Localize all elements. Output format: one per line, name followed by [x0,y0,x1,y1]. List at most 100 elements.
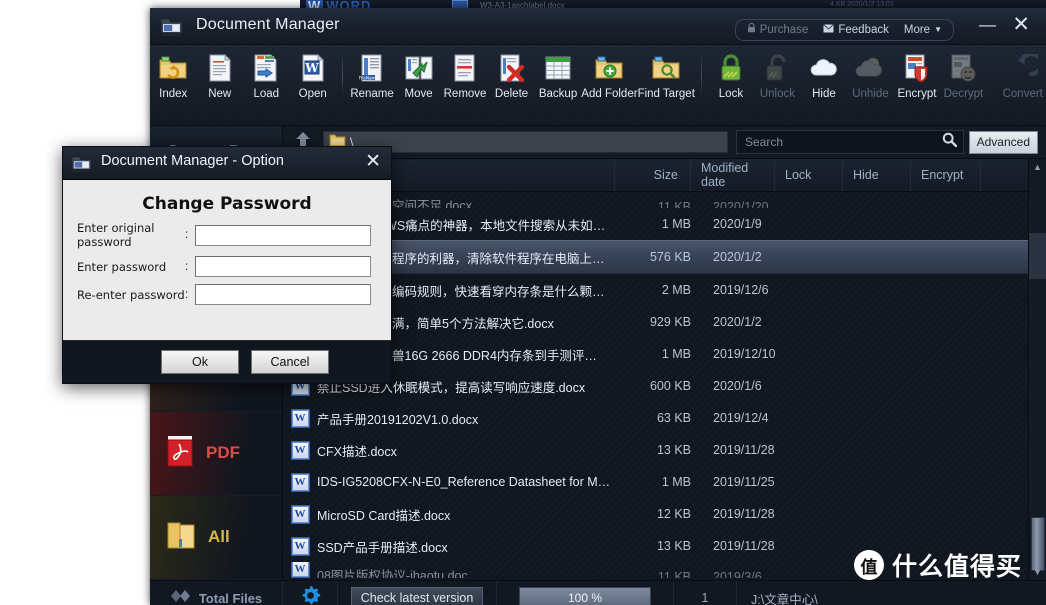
dialog-titlebar: Document Manager - Option ✕ [63,147,391,180]
dialog-close-button[interactable]: ✕ [365,150,381,173]
svg-text:FileName: FileName [359,75,379,80]
table-row[interactable]: W SSD产品手册描述.docx 13 KB 2019/11/28 [283,530,1046,562]
search-icon[interactable] [942,132,957,152]
column-header-hide[interactable]: Hide [843,159,911,191]
change-password-dialog: Document Manager - Option ✕ Change Passw… [62,146,392,384]
file-size: 1 MB [661,217,691,231]
toolbar-button-lock[interactable]: Lock [708,51,755,100]
total-files-section[interactable]: Total Files [150,581,283,605]
table-row[interactable]: W 08图片版权协议-ihaotu.doc 11 KB 2019/3/6 [283,562,1046,578]
toolbar-button-add-folder[interactable]: Add Folder [581,51,638,100]
file-modified-date: 2020/1/2 [713,250,762,264]
scroll-down-arrow-icon[interactable]: ▼ [1029,564,1046,580]
vertical-scrollbar[interactable]: ▲ ▼ [1028,159,1046,580]
table-row[interactable]: W 禁止SSD进入休眠模式，提高读写响应速度.docx 600 KB 2020/1/6 [283,370,1046,402]
file-modified-date: 2020/1/2 [713,315,762,329]
folder-search-icon [651,51,681,85]
window-titlebar: Document Manager Purchase Feedback More … [150,8,1046,45]
check-latest-version-button[interactable]: Check latest version [350,587,484,605]
scroll-up-arrow-icon[interactable]: ▲ [1029,159,1046,175]
toolbar-button-open[interactable]: W Open [290,51,337,100]
scrollbar-track-highlight [1029,233,1046,279]
column-header-size[interactable]: Size [615,159,691,191]
toolbar-button-remove[interactable]: Remove [442,51,489,100]
search-input[interactable] [743,134,942,150]
toolbar-button-backup[interactable]: Backup [535,51,582,100]
padlock-closed-icon [719,51,743,85]
table-row[interactable]: W CFX描述.docx 13 KB 2019/11/28 [283,434,1046,466]
dialog-footer: Ok Cancel [63,340,391,383]
dialog-title: Document Manager - Option [101,153,284,169]
toolbar-label: Index [159,88,188,100]
search-area: Advanced [736,130,1046,154]
dialog-app-icon [71,153,93,173]
sidebar-item-pdf[interactable]: PDF [150,411,282,496]
column-header-encrypt[interactable]: Encrypt [911,159,981,191]
table-row[interactable]: W IDS-IG5208CFX-N-E0_Reference Datasheet … [283,466,1046,498]
settings-button[interactable] [283,581,338,605]
toolbar-label: Find Target [637,88,695,100]
toolbar-button-delete[interactable]: Delete [488,51,535,100]
file-size: 12 KB [656,507,691,521]
table-row[interactable]: W MicroSD Card描述.docx 12 KB 2019/11/28 [283,498,1046,530]
toolbar-button-unlock[interactable]: Unlock [754,51,801,100]
purchase-button[interactable]: Purchase [747,22,808,36]
table-row[interactable]: W解决电脑磁盘空间不足.docx11 KB2020/1/20 [283,192,1046,208]
minimize-button[interactable]: — [979,15,996,35]
sidebar-item-all[interactable]: All [150,495,282,581]
search-box[interactable] [736,130,964,154]
table-row[interactable]: W 产品手册20191202V1.0.docx 63 KB 2019/12/4 [283,402,1046,434]
file-modified-date: 2019/11/28 [713,507,775,521]
new-document-icon [207,51,233,85]
close-button[interactable]: ✕ [1012,12,1030,37]
toolbar-label: Hide [812,88,836,100]
file-size: 1 MB [661,475,691,489]
confirm-password-input[interactable] [196,285,370,304]
new-password-field[interactable] [195,256,371,277]
toolbar-button-convert[interactable]: Convert [999,51,1046,100]
new-password-input[interactable] [196,257,370,276]
original-password-input[interactable] [196,225,370,245]
toolbar-button-load[interactable]: Load [243,51,290,100]
shield-document-icon [903,51,931,85]
dialog-body: Change Password Enter original password … [63,180,391,340]
word-file-icon: W [283,536,317,556]
file-name: MicroSD Card描述.docx [317,508,451,523]
original-password-field[interactable] [195,224,371,246]
table-row[interactable]: W真香神条，酷兽16G 2666 DDR4内存条到手测评…1 MB2019/12… [283,338,1046,370]
toolbar-button-move[interactable]: Move [395,51,442,100]
smiley-document-icon [949,51,977,85]
file-size: 13 KB [656,539,691,553]
toolbar-label: New [208,88,232,100]
toolbar-button-decrypt[interactable]: Decrypt [940,51,987,100]
file-size: 576 KB [649,250,691,264]
toolbar-label: Unlock [759,88,796,100]
feedback-button[interactable]: Feedback [823,24,889,36]
toolbar-button-encrypt[interactable]: Encrypt [894,51,941,100]
table-row[interactable]: W彻底卸载软件程序的利器，清除软件程序在电脑上的所…576 KB2020/1/2 [283,240,1046,274]
toolbar-button-new[interactable]: New [197,51,244,100]
column-header-lock[interactable]: Lock [775,159,843,191]
toolbar-button-rename[interactable]: FileName Rename [349,51,396,100]
file-size: 1 MB [661,347,691,361]
file-modified-date: 2020/1/9 [713,217,762,231]
table-row[interactable]: W搞懂内存颗粒编码规则，快速看穿内存条是什么颗粒…2 MB2019/12/6 [283,274,1046,306]
scrollbar-thumb[interactable] [1031,517,1045,571]
advanced-search-button[interactable]: Advanced [968,130,1038,154]
toolbar-button-index[interactable]: Index [150,51,197,100]
folder-refresh-icon [158,51,188,85]
toolbar-button-hide[interactable]: Hide [801,51,848,100]
confirm-password-field[interactable] [195,284,371,305]
toolbar-button-find-target[interactable]: Find Target [638,51,695,100]
file-size: 13 KB [656,443,691,457]
more-button[interactable]: More ▼ [904,24,942,36]
file-size: 929 KB [649,315,691,329]
table-row[interactable]: W系统盘容量爆满，简单5个方法解决它.docx929 KB2020/1/2 [283,306,1046,338]
table-row[interactable]: W解决WINDOWS痛点的神器，本地文件搜索从未如此简…1 MB2020/1/9 [283,208,1046,240]
dialog-ok-button[interactable]: Ok [161,350,239,374]
item-count-section: 1 [674,581,737,605]
folder-all-icon [164,516,200,559]
column-header-modified[interactable]: Modified date [691,159,775,191]
toolbar-button-unhide[interactable]: Unhide [847,51,894,100]
dialog-cancel-button[interactable]: Cancel [251,350,329,374]
